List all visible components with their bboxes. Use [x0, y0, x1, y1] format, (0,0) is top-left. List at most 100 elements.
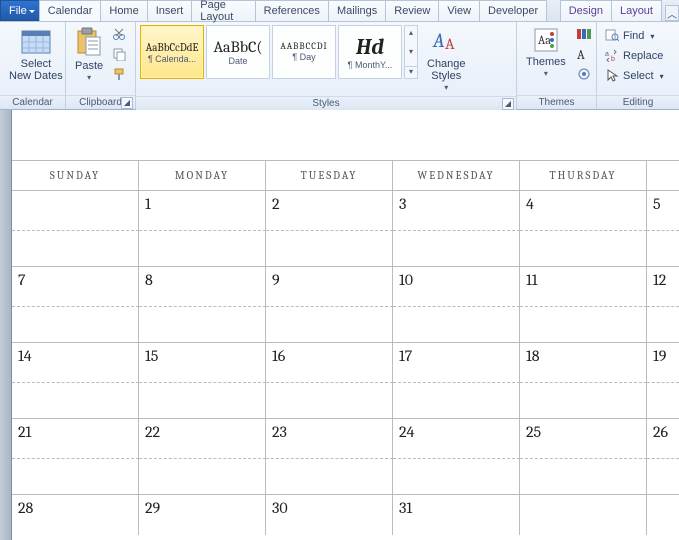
format-painter-button[interactable]	[110, 65, 128, 83]
find-button[interactable]: Find ▾	[601, 26, 658, 46]
calendar-cell[interactable]: 30	[266, 495, 393, 535]
style-day[interactable]: AABBCCDI ¶ Day	[272, 25, 336, 79]
tab-insert[interactable]: Insert	[147, 0, 193, 21]
scroll-up-icon[interactable]: ▴	[409, 28, 413, 37]
tab-design[interactable]: Design	[560, 0, 612, 21]
style-monthyear[interactable]: Hd ¶ MonthY...	[338, 25, 402, 79]
styles-gallery-scroll[interactable]: ▴ ▾ ▾	[404, 25, 418, 79]
calendar-row: 141516171819	[12, 343, 679, 383]
calendar-row-spacer	[12, 231, 679, 267]
group-calendar-label: Calendar	[0, 95, 65, 109]
group-styles: AaBbCcDdE ¶ Calenda... AaBbC( Date AABBC…	[136, 22, 517, 109]
styles-launcher[interactable]: ◢	[502, 98, 514, 110]
calendar-cell[interactable]: 22	[139, 419, 266, 459]
svg-text:b: b	[611, 56, 615, 62]
tab-calendar[interactable]: Calendar	[39, 0, 102, 21]
calendar-cell[interactable]: 5	[647, 191, 679, 231]
tab-view[interactable]: View	[438, 0, 480, 21]
replace-icon: ab	[605, 48, 619, 65]
theme-colors-button[interactable]	[575, 25, 593, 43]
calendar-table[interactable]: SUNDAY MONDAY TUESDAY WEDNESDAY THURSDAY…	[12, 160, 679, 535]
calendar-row-spacer	[12, 459, 679, 495]
calendar-cell[interactable]: 28	[12, 495, 139, 535]
tab-review[interactable]: Review	[385, 0, 439, 21]
calendar-row: 28293031	[12, 495, 679, 535]
change-styles-label: Change Styles	[427, 58, 466, 82]
calendar-row: 789101112	[12, 267, 679, 307]
group-styles-label: Styles ◢	[136, 96, 516, 110]
styles-gallery[interactable]: AaBbCcDdE ¶ Calenda... AaBbC( Date AABBC…	[140, 25, 418, 79]
calendar-cell[interactable]: 12	[647, 267, 679, 307]
calendar-cell[interactable]: 31	[393, 495, 520, 535]
page-gutter	[0, 110, 12, 540]
calendar-cell[interactable]: 4	[520, 191, 647, 231]
calendar-header-row: SUNDAY MONDAY TUESDAY WEDNESDAY THURSDAY	[12, 160, 679, 191]
calendar-cell[interactable]: 18	[520, 343, 647, 383]
calendar-cell[interactable]: 15	[139, 343, 266, 383]
calendar-cell[interactable]: 26	[647, 419, 679, 459]
tab-layout[interactable]: Layout	[611, 0, 662, 21]
change-styles-icon: AA	[432, 27, 460, 58]
group-clipboard-label: Clipboard ◢	[66, 95, 135, 109]
calendar-cell[interactable]: 2	[266, 191, 393, 231]
svg-text:A: A	[577, 48, 585, 61]
calendar-cell[interactable]: 17	[393, 343, 520, 383]
calendar-cell[interactable]: 10	[393, 267, 520, 307]
tab-developer[interactable]: Developer	[479, 0, 547, 21]
calendar-cell[interactable]: 24	[393, 419, 520, 459]
select-button[interactable]: Select ▾	[601, 66, 668, 86]
group-themes: Aa Themes ▾ A Themes	[517, 22, 597, 109]
themes-button[interactable]: Aa Themes ▾	[521, 25, 571, 82]
clipboard-launcher[interactable]: ◢	[121, 97, 133, 109]
paste-button[interactable]: Paste ▾	[70, 25, 108, 86]
svg-text:A: A	[445, 35, 455, 53]
calendar-cell[interactable]	[12, 191, 139, 231]
calendar-cell[interactable]: 7	[12, 267, 139, 307]
change-styles-button[interactable]: AA Change Styles ▾	[422, 25, 471, 96]
chevron-down-icon: ▾	[650, 32, 654, 41]
cut-button[interactable]	[110, 25, 128, 43]
style-calendar[interactable]: AaBbCcDdE ¶ Calenda...	[140, 25, 204, 79]
calendar-cell[interactable]: 23	[266, 419, 393, 459]
calendar-cell[interactable]	[520, 495, 647, 535]
calendar-cell[interactable]: 25	[520, 419, 647, 459]
calendar-cell[interactable]: 11	[520, 267, 647, 307]
calendar-cell[interactable]: 16	[266, 343, 393, 383]
calendar-cell[interactable]: 14	[12, 343, 139, 383]
page[interactable]: SUNDAY MONDAY TUESDAY WEDNESDAY THURSDAY…	[12, 110, 679, 540]
svg-text:A: A	[432, 29, 445, 52]
style-date[interactable]: AaBbC( Date	[206, 25, 270, 79]
copy-button[interactable]	[110, 45, 128, 63]
theme-effects-button[interactable]	[575, 65, 593, 83]
calendar-cell[interactable]: 29	[139, 495, 266, 535]
select-new-dates-label: Select New Dates	[9, 58, 63, 82]
scroll-down-icon[interactable]: ▾	[409, 47, 413, 56]
calendar-cell[interactable]: 19	[647, 343, 679, 383]
document-area: SUNDAY MONDAY TUESDAY WEDNESDAY THURSDAY…	[0, 110, 679, 540]
calendar-cell[interactable]: 8	[139, 267, 266, 307]
tab-mailings[interactable]: Mailings	[328, 0, 386, 21]
theme-fonts-button[interactable]: A	[575, 45, 593, 63]
group-editing-label: Editing	[597, 95, 679, 109]
tab-file[interactable]: File	[0, 0, 40, 21]
select-new-dates-button[interactable]: Select New Dates	[4, 25, 68, 84]
ribbon-collapse-button[interactable]: ︿	[665, 5, 679, 21]
header-friday-partial	[647, 161, 679, 191]
paste-label: Paste	[75, 60, 103, 72]
paste-icon	[75, 27, 103, 60]
calendar-row: 212223242526	[12, 419, 679, 459]
tab-home[interactable]: Home	[100, 0, 147, 21]
themes-label: Themes	[526, 56, 566, 68]
calendar-cell[interactable]: 3	[393, 191, 520, 231]
header-wednesday: WEDNESDAY	[393, 161, 520, 191]
header-sunday: SUNDAY	[12, 161, 139, 191]
calendar-cell[interactable]	[647, 495, 679, 535]
scroll-more-icon[interactable]: ▾	[405, 66, 417, 76]
calendar-cell[interactable]: 1	[139, 191, 266, 231]
replace-button[interactable]: ab Replace	[601, 46, 667, 66]
tab-references[interactable]: References	[255, 0, 329, 21]
calendar-cell[interactable]: 9	[266, 267, 393, 307]
group-editing: Find ▾ ab Replace Select ▾ Editing	[597, 22, 679, 109]
tab-page-layout[interactable]: Page Layout	[191, 0, 255, 21]
calendar-cell[interactable]: 21	[12, 419, 139, 459]
